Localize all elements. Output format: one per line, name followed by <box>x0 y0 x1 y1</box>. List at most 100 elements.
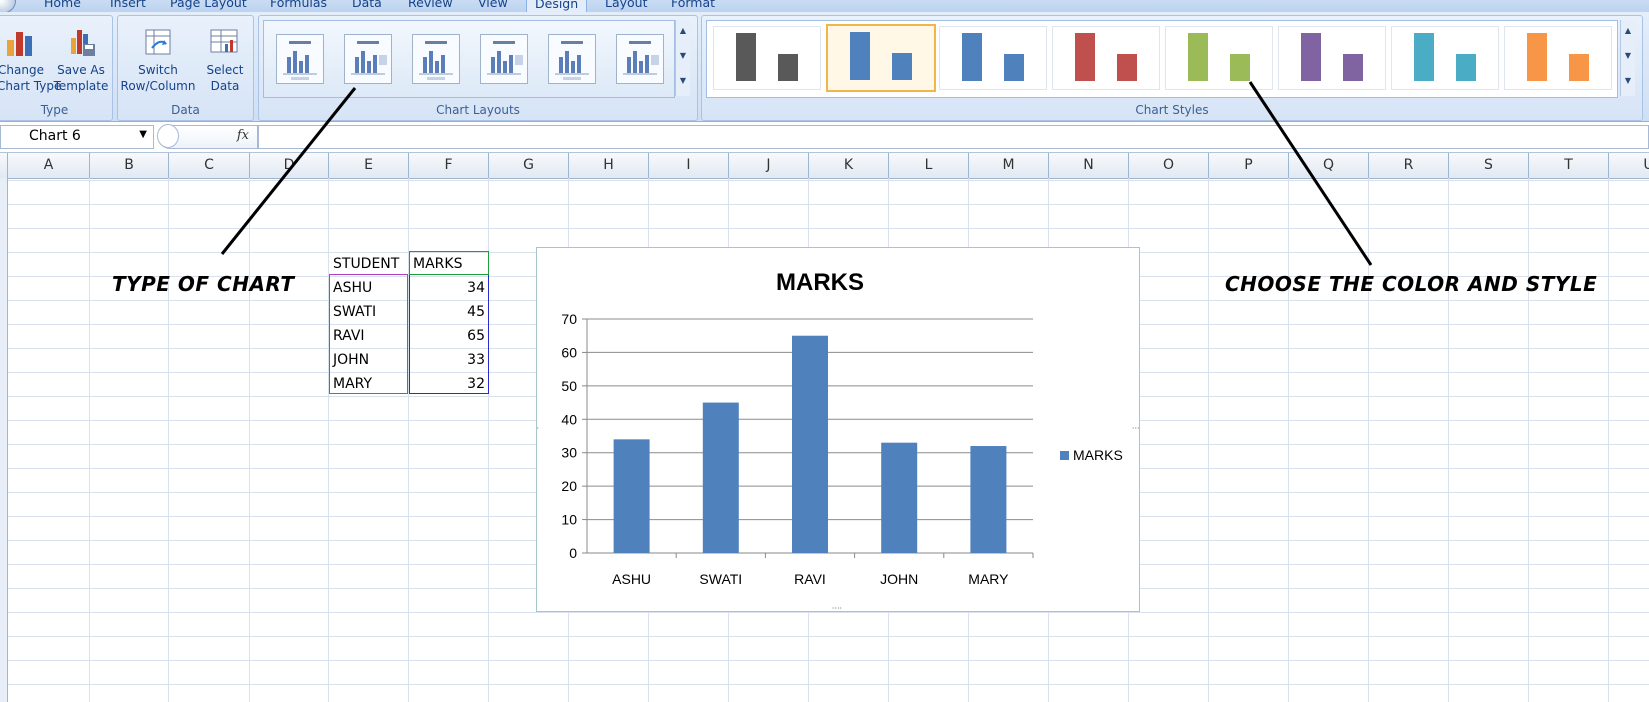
chart-layouts-label: Chart Layouts <box>436 103 520 117</box>
column-header-l[interactable]: L <box>889 153 969 178</box>
column-header-a[interactable]: A <box>8 153 90 178</box>
column-header-e[interactable]: E <box>329 153 409 178</box>
select-data-button[interactable]: Select Data <box>202 26 248 94</box>
resize-handle-icon: ···· <box>1132 424 1139 433</box>
column-header-c[interactable]: C <box>169 153 250 178</box>
chevron-down-icon[interactable]: ▼ <box>139 129 147 140</box>
insert-function-area: fx <box>157 124 258 149</box>
column-header-m[interactable]: M <box>969 153 1049 178</box>
scroll-up-icon[interactable]: ▲ <box>676 20 690 41</box>
layouts-gallery-scroll[interactable]: ▲ ▼ ▼ <box>675 20 690 96</box>
series-name-range-border <box>409 251 489 275</box>
chart-layout-6[interactable] <box>616 34 664 84</box>
chart-layout-2[interactable] <box>344 34 392 84</box>
chart-layout-4[interactable] <box>480 34 528 84</box>
chart-style-8[interactable] <box>1504 26 1612 90</box>
legend-swatch <box>1060 451 1069 460</box>
chart-style-5[interactable] <box>1165 26 1273 90</box>
office-button[interactable] <box>0 0 16 12</box>
chart-style-3[interactable] <box>939 26 1047 90</box>
column-header-b[interactable]: B <box>90 153 169 178</box>
column-header-r[interactable]: R <box>1369 153 1449 178</box>
chart-layout-1[interactable] <box>276 34 324 84</box>
column-header-o[interactable]: O <box>1129 153 1209 178</box>
row-headers <box>0 178 8 702</box>
column-header-u[interactable]: U <box>1609 153 1649 178</box>
grid-column-line <box>1528 178 1529 702</box>
chart-style-icon <box>1527 33 1589 81</box>
chart-style-6[interactable] <box>1278 26 1386 90</box>
column-header-k[interactable]: K <box>809 153 889 178</box>
chart-title: MARKS <box>776 269 864 296</box>
column-header-s[interactable]: S <box>1449 153 1529 178</box>
chart-layout-icon <box>351 41 387 75</box>
chart-styles-group: ▲ ▼ ▼ Chart Styles <box>701 15 1643 121</box>
x-tick-label: JOHN <box>880 571 918 587</box>
y-tick-label: 60 <box>561 344 577 360</box>
tab-design[interactable]: Design <box>526 0 588 12</box>
grid-column-line <box>328 178 329 702</box>
ribbon-tabs: Home Insert Page Layout Formulas Data Re… <box>0 0 1649 12</box>
column-header-n[interactable]: N <box>1049 153 1129 178</box>
select-data-icon <box>210 29 238 53</box>
chart-style-icon <box>962 33 1024 81</box>
resize-handle-icon: ···· <box>832 604 842 611</box>
formula-bar: Chart 6 ▼ fx <box>0 122 1649 153</box>
select-all-corner[interactable] <box>0 153 8 178</box>
change-chart-type-button[interactable]: Change Chart Type <box>0 26 61 94</box>
tab-layout[interactable]: Layout <box>605 0 648 10</box>
chart-style-icon <box>1075 33 1137 81</box>
column-header-j[interactable]: J <box>729 153 809 178</box>
column-header-d[interactable]: D <box>250 153 329 178</box>
insert-function-icon[interactable]: fx <box>237 128 249 143</box>
tab-insert[interactable]: Insert <box>110 0 146 10</box>
bar <box>702 402 739 553</box>
chart-style-7[interactable] <box>1391 26 1499 90</box>
chart-svg: MARKS 0 10 20 30 40 50 60 70 ASHU SWATI RAVI JOHN MAR… <box>537 248 1139 611</box>
chart-style-1[interactable] <box>713 26 821 90</box>
column-header-h[interactable]: H <box>569 153 649 178</box>
tab-data[interactable]: Data <box>352 0 382 10</box>
styles-gallery-scroll[interactable]: ▲ ▼ ▼ <box>1620 20 1635 96</box>
column-header-i[interactable]: I <box>649 153 729 178</box>
category-range-border <box>329 274 408 394</box>
chart-layout-3[interactable] <box>412 34 460 84</box>
scroll-up-icon[interactable]: ▲ <box>1621 20 1635 41</box>
switch-row-column-button[interactable]: Switch Row/Column <box>120 26 196 94</box>
table-header-student[interactable]: STUDENT <box>333 252 408 276</box>
chart-style-4[interactable] <box>1052 26 1160 90</box>
save-as-template-button[interactable]: Save As Template <box>51 26 111 94</box>
scroll-down-icon[interactable]: ▼ <box>1621 45 1635 66</box>
tab-review[interactable]: Review <box>408 0 453 10</box>
chart-layout-5[interactable] <box>548 34 596 84</box>
embedded-chart[interactable]: MARKS 0 10 20 30 40 50 60 70 ASHU SWATI RAVI JOHN MAR… <box>536 247 1140 612</box>
chart-style-2[interactable] <box>826 24 936 92</box>
tab-home[interactable]: Home <box>44 0 81 10</box>
formula-input[interactable] <box>258 125 1649 149</box>
bar <box>613 439 650 553</box>
grid-row-line <box>8 660 1649 661</box>
chart-layout-icon <box>623 41 659 75</box>
resize-handle-icon: ···· <box>537 424 539 433</box>
column-header-g[interactable]: G <box>489 153 569 178</box>
tab-format[interactable]: Format <box>671 0 715 10</box>
name-box[interactable]: Chart 6 ▼ <box>0 125 154 149</box>
expand-gallery-icon[interactable]: ▼ <box>1621 70 1635 91</box>
column-header-t[interactable]: T <box>1529 153 1609 178</box>
tab-view[interactable]: View <box>478 0 508 10</box>
grid-row-line <box>8 204 1649 205</box>
y-tick-label: 40 <box>561 411 577 427</box>
expand-gallery-icon[interactable]: ▼ <box>676 70 690 91</box>
tab-formulas[interactable]: Formulas <box>270 0 327 10</box>
column-header-f[interactable]: F <box>409 153 489 178</box>
scroll-down-icon[interactable]: ▼ <box>676 45 690 66</box>
y-tick-label: 10 <box>561 512 577 528</box>
grid-row-line <box>8 636 1649 637</box>
grid-column-line <box>249 178 250 702</box>
tab-page-layout[interactable]: Page Layout <box>170 0 247 10</box>
column-header-p[interactable]: P <box>1209 153 1289 178</box>
change-chart-type-line1: Change <box>0 63 44 77</box>
data-group-label: Data <box>171 103 200 117</box>
formula-bar-handle-icon[interactable] <box>157 124 179 148</box>
column-header-q[interactable]: Q <box>1289 153 1369 178</box>
